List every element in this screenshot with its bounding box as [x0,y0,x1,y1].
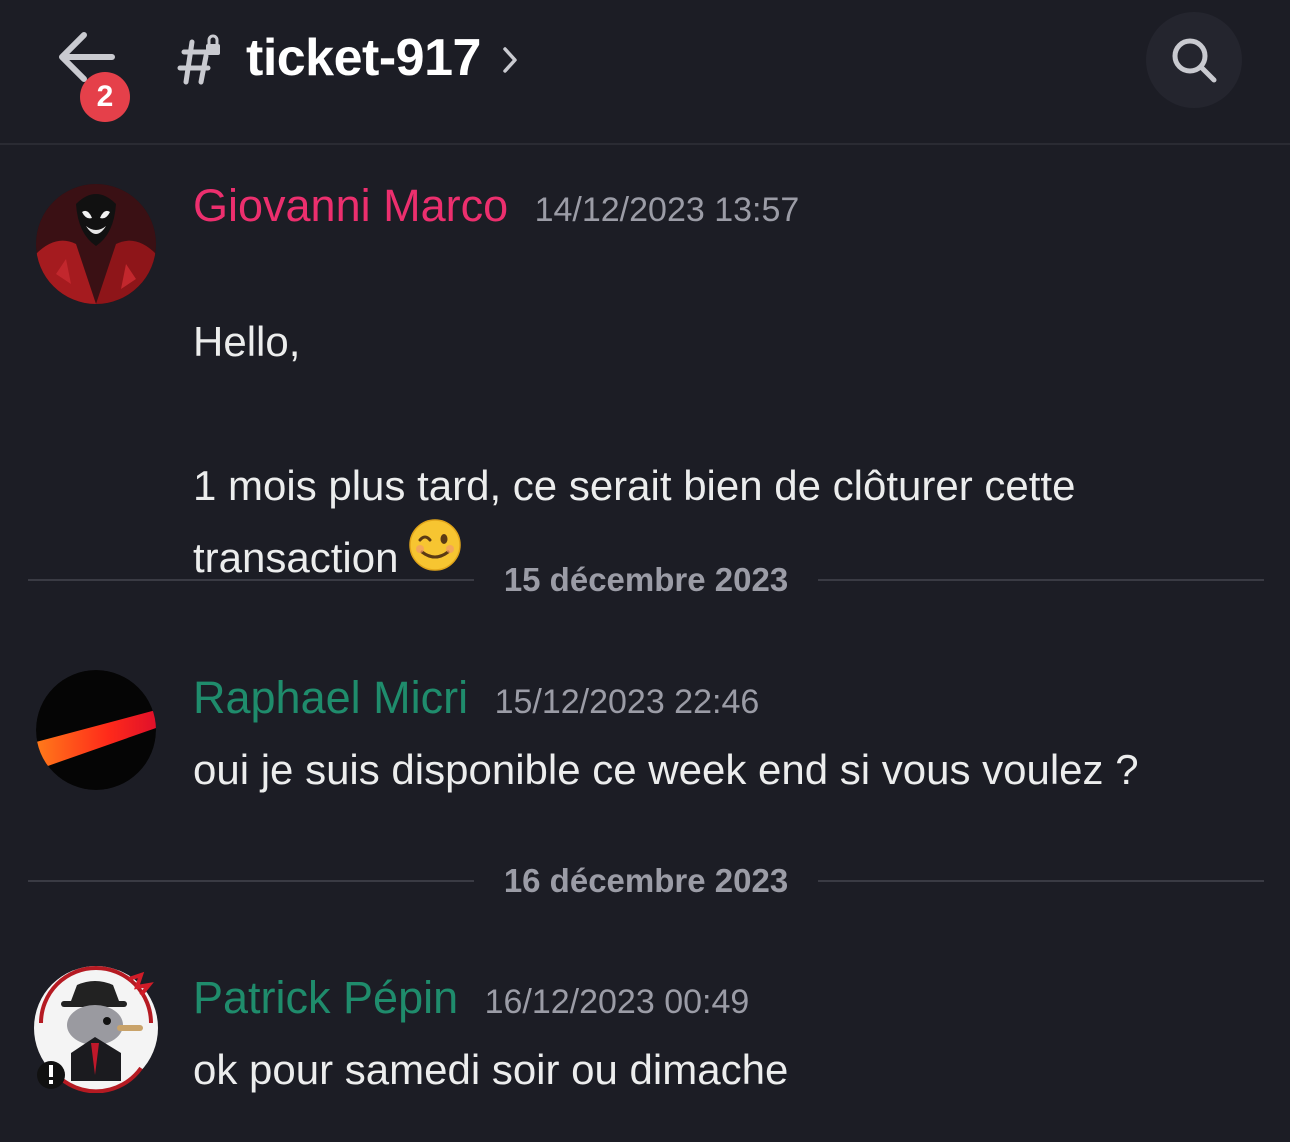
message-text: oui je suis disponible ce week end si vo… [193,746,1139,793]
chevron-right-icon[interactable] [500,44,520,76]
author-name[interactable]: Patrick Pépin [193,972,458,1023]
divider-date-label: 15 décembre 2023 [503,561,789,598]
author-name[interactable]: Raphael Micri [193,672,468,723]
date-divider: 16 décembre 2023 [28,861,1264,901]
avatar[interactable] [36,184,156,304]
message-header: Raphael Micri 15/12/2023 22:46 [193,672,759,724]
divider-line [818,579,1264,581]
channel-header: 2 ticket-917 [0,0,1290,145]
date-divider: 15 décembre 2023 [28,560,1264,600]
chat-screen: 2 ticket-917 Giovanni Marco 14/12/2023 1… [0,0,1290,1142]
locked-channel-hash-icon [177,34,220,85]
message-text: Hello, 1 mois plus tard, ce serait bien … [193,234,1253,594]
message-timestamp: 15/12/2023 22:46 [494,683,760,721]
message-timestamp: 16/12/2023 00:49 [484,983,750,1021]
divider-line [818,880,1264,882]
message-header: Giovanni Marco 14/12/2023 13:57 [193,180,799,232]
message-header: Patrick Pépin 16/12/2023 00:49 [193,972,749,1024]
search-icon [1172,38,1217,83]
avatar[interactable] [36,670,156,790]
divider-line [28,579,474,581]
divider-date-label: 16 décembre 2023 [503,862,789,899]
author-name[interactable]: Giovanni Marco [193,180,508,231]
avatar[interactable] [34,966,158,1094]
divider-line [28,880,474,882]
channel-title[interactable]: ticket-917 [246,28,481,88]
message-text: ok pour samedi soir ou dimache [193,1046,789,1093]
message-timestamp: 14/12/2023 13:57 [534,191,800,229]
search-button[interactable] [1146,12,1242,108]
unread-count-badge: 2 [80,72,130,122]
message-body: Hello, 1 mois plus tard, ce serait bien … [193,318,1076,581]
